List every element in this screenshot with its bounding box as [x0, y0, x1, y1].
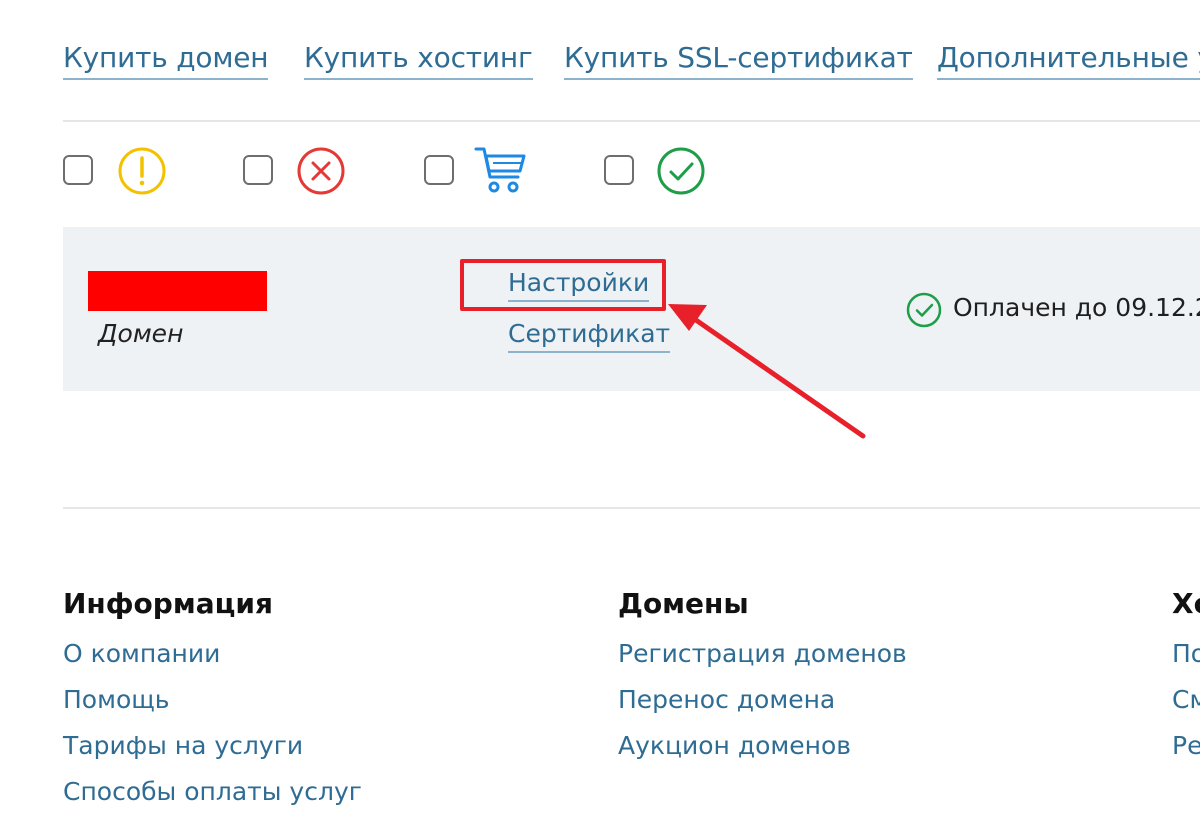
paid-check-icon	[906, 292, 942, 328]
footer-link-payment-methods[interactable]: Способы оплаты услуг	[63, 769, 362, 815]
footer-link-tariffs[interactable]: Тарифы на услуги	[63, 723, 362, 769]
additional-services-link[interactable]: Дополнительные у	[937, 40, 1200, 80]
footer-link-domain-transfer[interactable]: Перенос домена	[618, 677, 907, 723]
divider	[63, 120, 1200, 122]
footer-hosting-link[interactable]: См	[1172, 677, 1200, 723]
domain-label: Домен	[98, 319, 184, 348]
certificate-link[interactable]: Сертификат	[508, 318, 671, 353]
buy-hosting-link[interactable]: Купить хостинг	[304, 40, 533, 80]
footer-hosting-heading: Хо	[1172, 587, 1200, 620]
buy-ssl-link[interactable]: Купить SSL-сертификат	[564, 40, 913, 80]
footer-link-domain-registration[interactable]: Регистрация доменов	[618, 631, 907, 677]
filter-warning-checkbox[interactable]	[63, 155, 93, 185]
footer-link-domain-auction[interactable]: Аукцион доменов	[618, 723, 907, 769]
settings-highlight-box	[460, 259, 666, 311]
footer-link-about[interactable]: О компании	[63, 631, 362, 677]
service-nav: Купить домен Купить хостинг Купить SSL-с…	[63, 40, 1200, 84]
domain-row: Домен Настройки Сертификат Оплачен до 09…	[63, 227, 1200, 391]
cart-icon	[474, 147, 526, 193]
footer-hosting-link[interactable]: По	[1172, 631, 1200, 677]
footer-link-help[interactable]: Помощь	[63, 677, 362, 723]
footer-hosting-column: Хо По См Ре	[1172, 585, 1200, 769]
footer-info-column: Информация О компании Помощь Тарифы на у…	[63, 585, 362, 815]
warning-icon	[118, 147, 166, 195]
filter-cart-checkbox[interactable]	[424, 155, 454, 185]
error-icon	[297, 147, 345, 195]
footer-info-heading: Информация	[63, 587, 273, 620]
footer-domains-column: Домены Регистрация доменов Перенос домен…	[618, 585, 907, 769]
footer-hosting-link[interactable]: Ре	[1172, 723, 1200, 769]
buy-domain-link[interactable]: Купить домен	[63, 40, 269, 80]
footer-domains-heading: Домены	[618, 587, 749, 620]
filter-paid-checkbox[interactable]	[604, 155, 634, 185]
footer-divider	[63, 507, 1200, 509]
check-icon	[657, 147, 705, 195]
filter-error-checkbox[interactable]	[243, 155, 273, 185]
redacted-domain-name	[88, 271, 267, 311]
payment-status-text: Оплачен до 09.12.20	[953, 293, 1200, 322]
